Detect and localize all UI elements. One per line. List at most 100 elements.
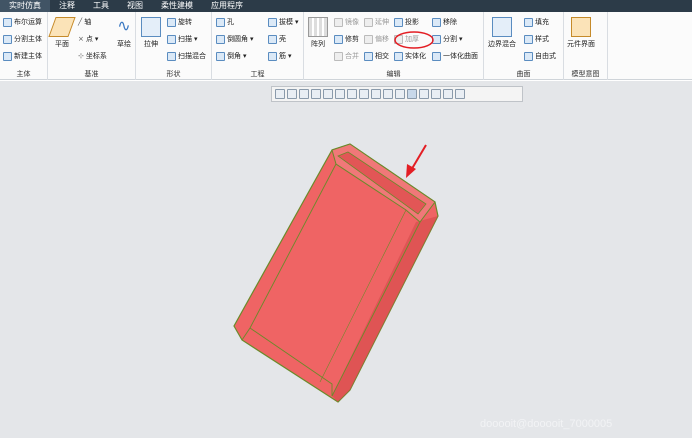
group-label-shapes: 形状 <box>166 70 181 78</box>
sketch-icon: ∿ <box>117 16 131 35</box>
solidify-button[interactable]: 实体化 <box>394 51 426 61</box>
fill-icon <box>524 17 533 27</box>
freestyle-icon <box>524 51 533 61</box>
menu-flexible-modeling[interactable]: 柔性建模 <box>152 0 202 12</box>
rib-button[interactable]: 筋 ▾ <box>268 51 292 61</box>
mirror-button[interactable]: 镜像 <box>334 17 359 27</box>
axis-button[interactable]: ╱ 轴 <box>78 17 91 27</box>
boolean-button[interactable]: 布尔运算 <box>3 17 42 27</box>
merge-icon <box>334 51 343 61</box>
axis-icon: ╱ <box>78 18 83 26</box>
chevron-down-icon: ▾ <box>288 52 292 60</box>
extrude-button[interactable]: 拉伸 <box>141 17 161 49</box>
chamfer-button[interactable]: 倒角 ▾ <box>216 51 247 61</box>
plane-button[interactable]: 平面 <box>48 17 76 49</box>
chevron-down-icon: ▾ <box>459 35 463 43</box>
split-button[interactable]: 分割 ▾ <box>432 34 463 44</box>
group-shapes: 拉伸 旋转 扫描 ▾ 扫描混合 形状 <box>136 12 212 80</box>
menu-annotate[interactable]: 注释 <box>50 0 84 12</box>
round-button[interactable]: 倒圆角 ▾ <box>216 34 254 44</box>
swept-blend-icon <box>167 51 176 61</box>
chamfer-icon <box>216 51 225 61</box>
perspective-icon[interactable] <box>359 89 369 99</box>
rib-icon <box>268 51 277 61</box>
component-interface-button[interactable]: 元件界面 <box>567 17 595 49</box>
ribbon: 布尔运算 分割主体 新建主体 主体 平面 ╱ 轴 × 点 ▾ ⊹ 坐标系 ∿ 草绘 基准 … <box>0 12 692 80</box>
trim-button[interactable]: 修剪 <box>334 34 359 44</box>
plane-icon <box>48 17 76 37</box>
unify-surface-button[interactable]: 一体化曲面 <box>432 51 478 61</box>
swept-blend-button[interactable]: 扫描混合 <box>167 51 206 61</box>
model-viewport-part[interactable] <box>220 130 450 410</box>
mirror-icon <box>334 17 343 27</box>
chevron-down-icon: ▾ <box>94 35 99 43</box>
view-toolbar <box>271 86 523 102</box>
offset-button[interactable]: 偏移 <box>364 34 389 44</box>
chevron-down-icon: ▾ <box>295 18 299 26</box>
remove-button[interactable]: 移除 <box>432 17 457 27</box>
annotation-display-icon[interactable] <box>395 89 405 99</box>
thicken-highlight-circle <box>394 31 434 49</box>
draft-icon <box>268 17 277 27</box>
sketch-button[interactable]: ∿ 草绘 <box>114 17 134 49</box>
csys-display-icon[interactable] <box>419 89 429 99</box>
pause-icon[interactable] <box>443 89 453 99</box>
annotation-icon[interactable] <box>455 89 465 99</box>
hole-button[interactable]: 孔 <box>216 17 234 27</box>
trim-icon <box>334 34 343 44</box>
point-display-icon[interactable] <box>407 89 417 99</box>
menu-tools[interactable]: 工具 <box>84 0 118 12</box>
section-icon[interactable] <box>371 89 381 99</box>
datum-display-icon[interactable] <box>383 89 393 99</box>
saved-orientations-icon[interactable] <box>335 89 345 99</box>
group-datum: 平面 ╱ 轴 × 点 ▾ ⊹ 坐标系 ∿ 草绘 基准 <box>48 12 136 80</box>
intersect-icon <box>364 51 373 61</box>
point-icon: × <box>78 35 84 43</box>
group-body: 布尔运算 分割主体 新建主体 主体 <box>0 12 48 80</box>
zoom-in-icon[interactable] <box>287 89 297 99</box>
intersect-button[interactable]: 相交 <box>364 51 389 61</box>
point-button[interactable]: × 点 ▾ <box>78 34 98 44</box>
solidify-icon <box>394 51 403 61</box>
spin-center-icon[interactable] <box>431 89 441 99</box>
project-icon <box>394 17 403 27</box>
group-editing: 阵列 镜像 修剪 合并 延伸 偏移 相交 投影 加厚 实体化 移除 分割 ▾ 一体… <box>304 12 484 80</box>
revolve-button[interactable]: 旋转 <box>167 17 192 27</box>
boundary-blend-button[interactable]: 边界混合 <box>488 17 516 49</box>
unify-surface-icon <box>432 51 441 61</box>
pattern-icon <box>308 17 328 37</box>
extrude-icon <box>141 17 161 37</box>
fill-button[interactable]: 填充 <box>524 17 549 27</box>
boundary-blend-icon <box>492 17 512 37</box>
pattern-button[interactable]: 阵列 <box>308 17 328 49</box>
group-label-editing: 编辑 <box>386 70 401 78</box>
display-style-icon[interactable] <box>323 89 333 99</box>
group-label-model-intent: 模型意图 <box>571 70 600 78</box>
red-arrow-annotation <box>406 144 427 178</box>
chevron-down-icon: ▾ <box>243 52 247 60</box>
menu-applications[interactable]: 应用程序 <box>202 0 252 12</box>
split-body-button[interactable]: 分割主体 <box>3 34 42 44</box>
repaint-icon[interactable] <box>311 89 321 99</box>
extend-button[interactable]: 延伸 <box>364 17 389 27</box>
watermark: dooooit@dooooit_7000005 <box>480 418 613 430</box>
sweep-icon <box>167 34 176 44</box>
draft-button[interactable]: 拔模 ▾ <box>268 17 299 27</box>
refit-icon[interactable] <box>275 89 285 99</box>
sweep-button[interactable]: 扫描 ▾ <box>167 34 198 44</box>
freestyle-button[interactable]: 自由式 <box>524 51 556 61</box>
zoom-out-icon[interactable] <box>299 89 309 99</box>
csys-icon: ⊹ <box>78 52 84 60</box>
menu-bar: 实时仿真 注释 工具 视图 柔性建模 应用程序 <box>0 0 692 12</box>
view-manager-icon[interactable] <box>347 89 357 99</box>
shell-button[interactable]: 壳 <box>268 34 286 44</box>
remove-icon <box>432 17 441 27</box>
project-button[interactable]: 投影 <box>394 17 419 27</box>
menu-view[interactable]: 视图 <box>118 0 152 12</box>
menu-simulation[interactable]: 实时仿真 <box>0 0 50 12</box>
style-button[interactable]: 样式 <box>524 34 549 44</box>
merge-button[interactable]: 合并 <box>334 51 359 61</box>
new-body-button[interactable]: 新建主体 <box>3 51 42 61</box>
hole-icon <box>216 17 225 27</box>
csys-button[interactable]: ⊹ 坐标系 <box>78 51 107 61</box>
